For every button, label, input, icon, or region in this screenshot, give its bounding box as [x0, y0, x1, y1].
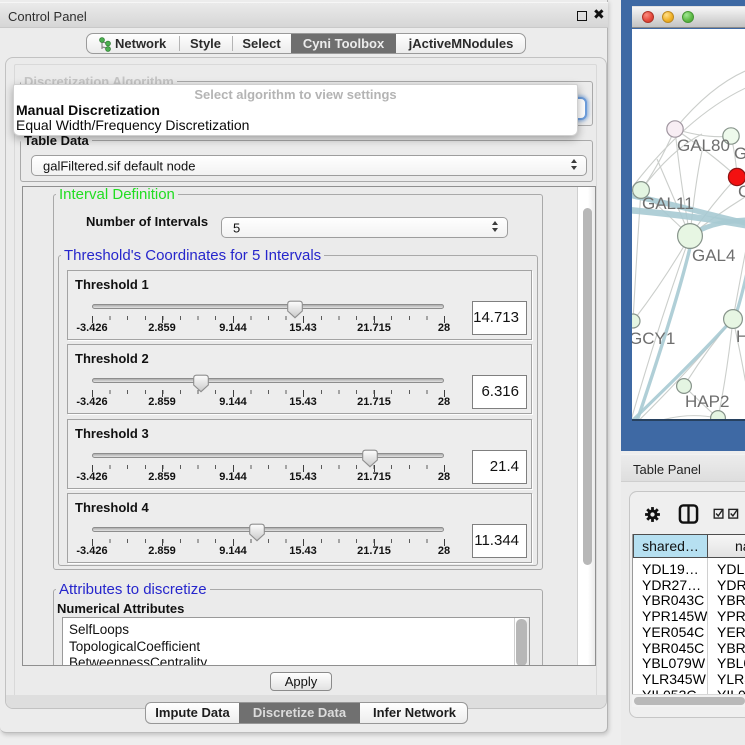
- svg-text:GAL4: GAL4: [692, 246, 735, 265]
- svg-text:GA: GA: [734, 144, 745, 163]
- svg-text:GAL11: GAL11: [642, 194, 694, 213]
- svg-text:HAP2: HAP2: [685, 392, 729, 411]
- svg-text:GCY1: GCY1: [632, 329, 675, 348]
- svg-text:GAL80: GAL80: [677, 136, 730, 155]
- svg-text:C: C: [738, 182, 745, 201]
- svg-text:H: H: [736, 327, 745, 346]
